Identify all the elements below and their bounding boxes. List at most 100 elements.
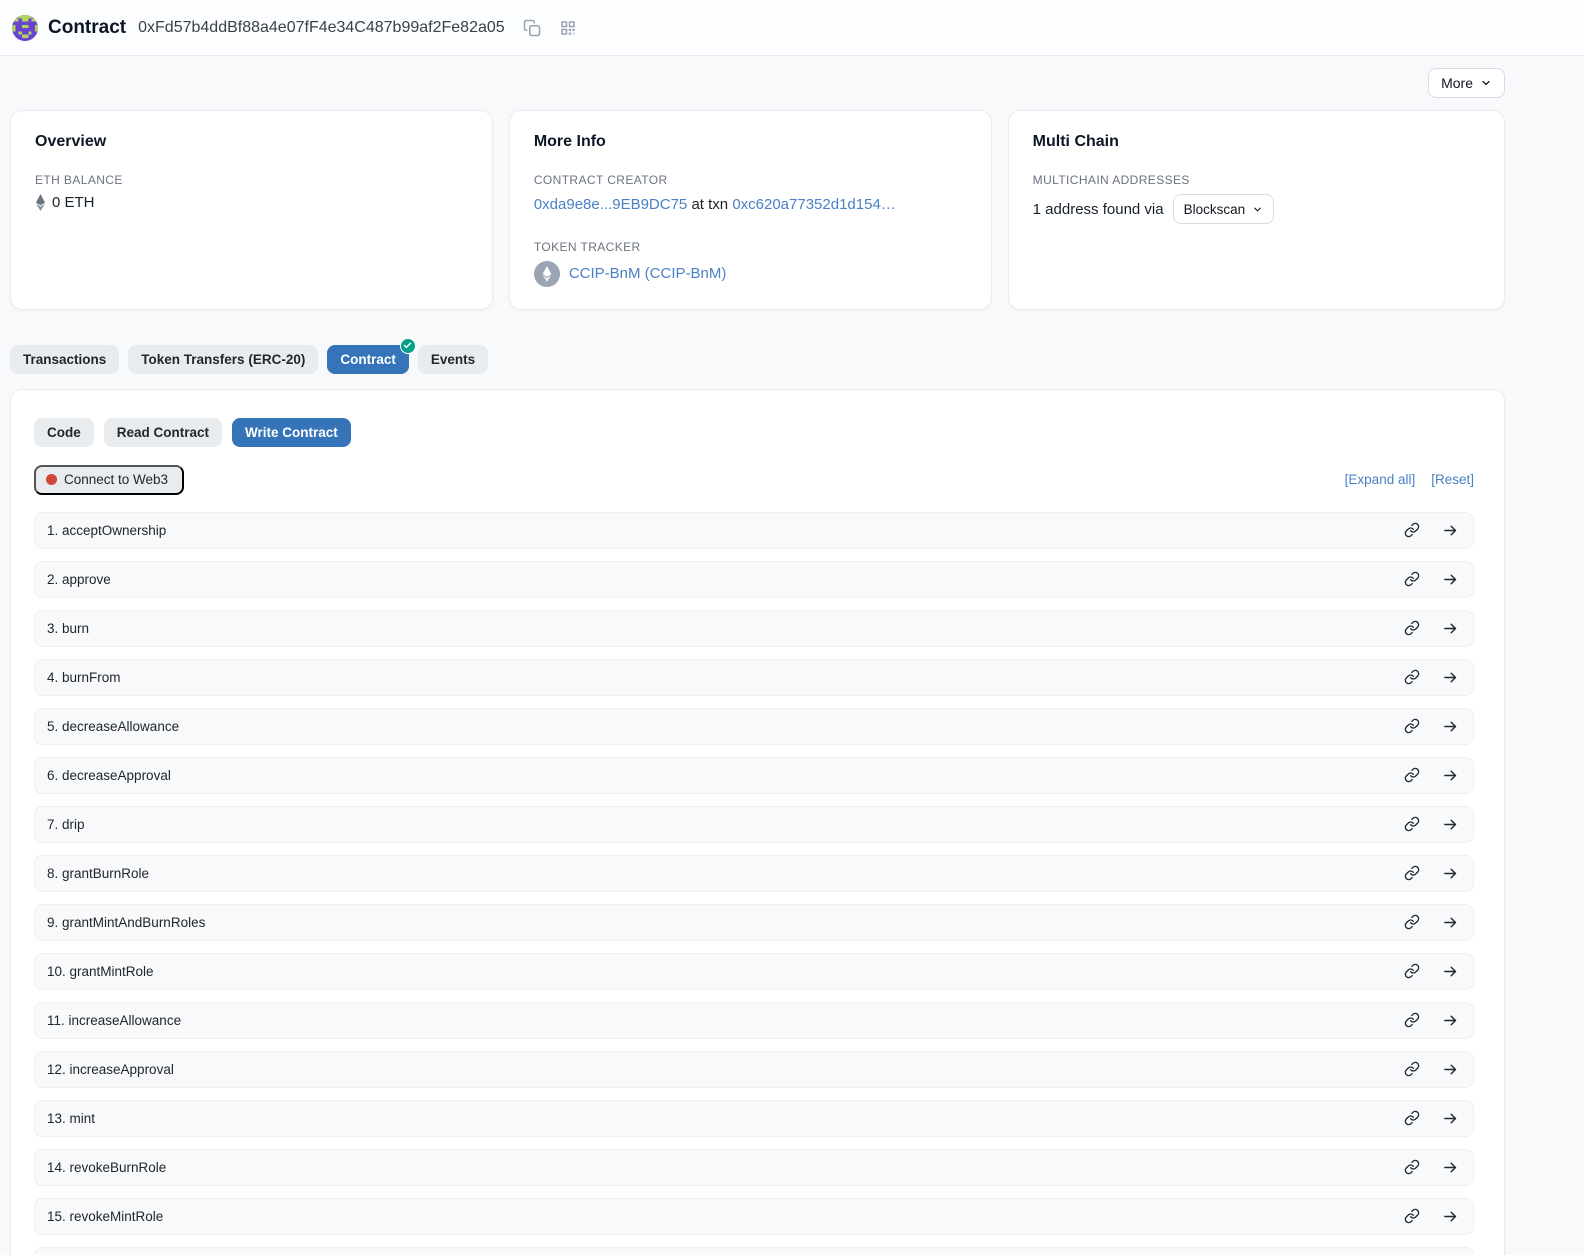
function-row-icons [1404, 767, 1459, 784]
connect-button-label: Connect to Web3 [64, 472, 168, 487]
permalink-icon[interactable] [1404, 522, 1420, 538]
arrow-right-icon[interactable] [1442, 1061, 1459, 1078]
more-info-card-title: More Info [534, 133, 967, 151]
eth-balance-label: ETH BALANCE [35, 173, 468, 187]
function-accordion-row[interactable]: 12. increaseApproval [34, 1051, 1474, 1088]
function-row-icons [1404, 1159, 1459, 1176]
permalink-icon[interactable] [1404, 669, 1420, 685]
more-dropdown-button[interactable]: More [1428, 68, 1505, 98]
contract-subtab-label: Code [47, 425, 81, 440]
arrow-right-icon[interactable] [1442, 1159, 1459, 1176]
function-accordion-row[interactable]: 10. grantMintRole [34, 953, 1474, 990]
arrow-right-icon[interactable] [1442, 571, 1459, 588]
expand-all-link[interactable]: [Expand all] [1345, 472, 1416, 487]
function-accordion-row-partial[interactable] [34, 1247, 1474, 1255]
permalink-icon[interactable] [1404, 718, 1420, 734]
permalink-icon[interactable] [1404, 767, 1420, 783]
function-row-icons [1404, 1012, 1459, 1029]
arrow-right-icon[interactable] [1442, 914, 1459, 931]
contract-subtab[interactable]: Write Contract [232, 418, 351, 447]
function-accordion-row[interactable]: 14. revokeBurnRole [34, 1149, 1474, 1186]
arrow-right-icon[interactable] [1442, 669, 1459, 686]
arrow-right-icon[interactable] [1442, 1208, 1459, 1225]
summary-cards: Overview ETH BALANCE 0 ETH More Info CON… [10, 110, 1505, 310]
eth-balance-value: 0 ETH [52, 194, 95, 211]
function-row-icons [1404, 816, 1459, 833]
chevron-down-icon [1252, 204, 1263, 215]
token-tracker-line: CCIP-BnM (CCIP-BnM) [534, 261, 967, 287]
tab-label: Events [431, 352, 475, 367]
function-accordion-row[interactable]: 5. decreaseAllowance [34, 708, 1474, 745]
token-logo [534, 261, 560, 287]
copy-address-icon[interactable] [523, 19, 541, 37]
contract-address: 0xFd57b4ddBf88a4e07fF4e34C487b99af2Fe82a… [138, 19, 505, 37]
identicon-icon [12, 15, 38, 41]
permalink-icon[interactable] [1404, 816, 1420, 832]
permalink-icon[interactable] [1404, 1159, 1420, 1175]
function-accordion-row[interactable]: 7. drip [34, 806, 1474, 843]
function-accordion-row[interactable]: 13. mint [34, 1100, 1474, 1137]
permalink-icon[interactable] [1404, 1110, 1420, 1126]
toolbar-row: More [10, 68, 1505, 98]
function-name: 10. grantMintRole [47, 964, 154, 979]
multichain-card: Multi Chain MULTICHAIN ADDRESSES 1 addre… [1008, 110, 1505, 310]
function-accordion-row[interactable]: 6. decreaseApproval [34, 757, 1474, 794]
permalink-icon[interactable] [1404, 571, 1420, 587]
permalink-icon[interactable] [1404, 1208, 1420, 1224]
tab-item[interactable]: Token Transfers (ERC-20) [128, 345, 318, 374]
at-txn-text: at txn [687, 196, 732, 213]
arrow-right-icon[interactable] [1442, 522, 1459, 539]
permalink-icon[interactable] [1404, 914, 1420, 930]
arrow-right-icon[interactable] [1442, 963, 1459, 980]
arrow-right-icon[interactable] [1442, 865, 1459, 882]
function-row-icons [1404, 865, 1459, 882]
blockscan-dropdown-button[interactable]: Blockscan [1173, 194, 1275, 224]
permalink-icon[interactable] [1404, 1061, 1420, 1077]
tab-label: Transactions [23, 352, 106, 367]
tab-item[interactable]: Contract [327, 345, 409, 374]
permalink-icon[interactable] [1404, 963, 1420, 979]
multichain-found-text: 1 address found via [1033, 201, 1164, 218]
page-content: More Overview ETH BALANCE 0 ETH More Inf… [10, 68, 1505, 1255]
function-accordion-row[interactable]: 11. increaseAllowance [34, 1002, 1474, 1039]
contract-creator-label: CONTRACT CREATOR [534, 173, 967, 187]
arrow-right-icon[interactable] [1442, 1012, 1459, 1029]
function-name: 2. approve [47, 572, 111, 587]
write-functions-list: 1. acceptOwnership 2. approve [34, 512, 1474, 1235]
tab-item[interactable]: Events [418, 345, 488, 374]
permalink-icon[interactable] [1404, 865, 1420, 881]
qr-code-icon[interactable] [559, 19, 577, 37]
permalink-icon[interactable] [1404, 620, 1420, 636]
reset-link[interactable]: [Reset] [1431, 472, 1474, 487]
tab-item[interactable]: Transactions [10, 345, 119, 374]
function-name: 5. decreaseAllowance [47, 719, 179, 734]
function-accordion-row[interactable]: 3. burn [34, 610, 1474, 647]
function-accordion-row[interactable]: 15. revokeMintRole [34, 1198, 1474, 1235]
arrow-right-icon[interactable] [1442, 620, 1459, 637]
check-icon [403, 341, 412, 350]
contract-subtab[interactable]: Read Contract [104, 418, 222, 447]
arrow-right-icon[interactable] [1442, 816, 1459, 833]
multichain-card-title: Multi Chain [1033, 133, 1480, 151]
function-accordion-row[interactable]: 2. approve [34, 561, 1474, 598]
arrow-right-icon[interactable] [1442, 1110, 1459, 1127]
function-row-icons [1404, 1110, 1459, 1127]
more-button-label: More [1441, 75, 1473, 91]
chevron-down-icon [1480, 77, 1492, 89]
connect-row: Connect to Web3 [Expand all] [Reset] [34, 465, 1474, 495]
arrow-right-icon[interactable] [1442, 767, 1459, 784]
tab-label: Token Transfers (ERC-20) [141, 352, 305, 367]
ethereum-icon [542, 266, 552, 282]
function-row-icons [1404, 571, 1459, 588]
permalink-icon[interactable] [1404, 1012, 1420, 1028]
contract-subtab[interactable]: Code [34, 418, 94, 447]
function-accordion-row[interactable]: 4. burnFrom [34, 659, 1474, 696]
arrow-right-icon[interactable] [1442, 718, 1459, 735]
connect-to-web3-button[interactable]: Connect to Web3 [34, 465, 184, 495]
creation-txn-link[interactable]: 0xc620a77352d1d154… [732, 196, 895, 213]
token-tracker-link[interactable]: CCIP-BnM (CCIP-BnM) [569, 265, 727, 282]
function-accordion-row[interactable]: 8. grantBurnRole [34, 855, 1474, 892]
function-accordion-row[interactable]: 9. grantMintAndBurnRoles [34, 904, 1474, 941]
function-accordion-row[interactable]: 1. acceptOwnership [34, 512, 1474, 549]
creator-address-link[interactable]: 0xda9e8e...9EB9DC75 [534, 196, 687, 213]
